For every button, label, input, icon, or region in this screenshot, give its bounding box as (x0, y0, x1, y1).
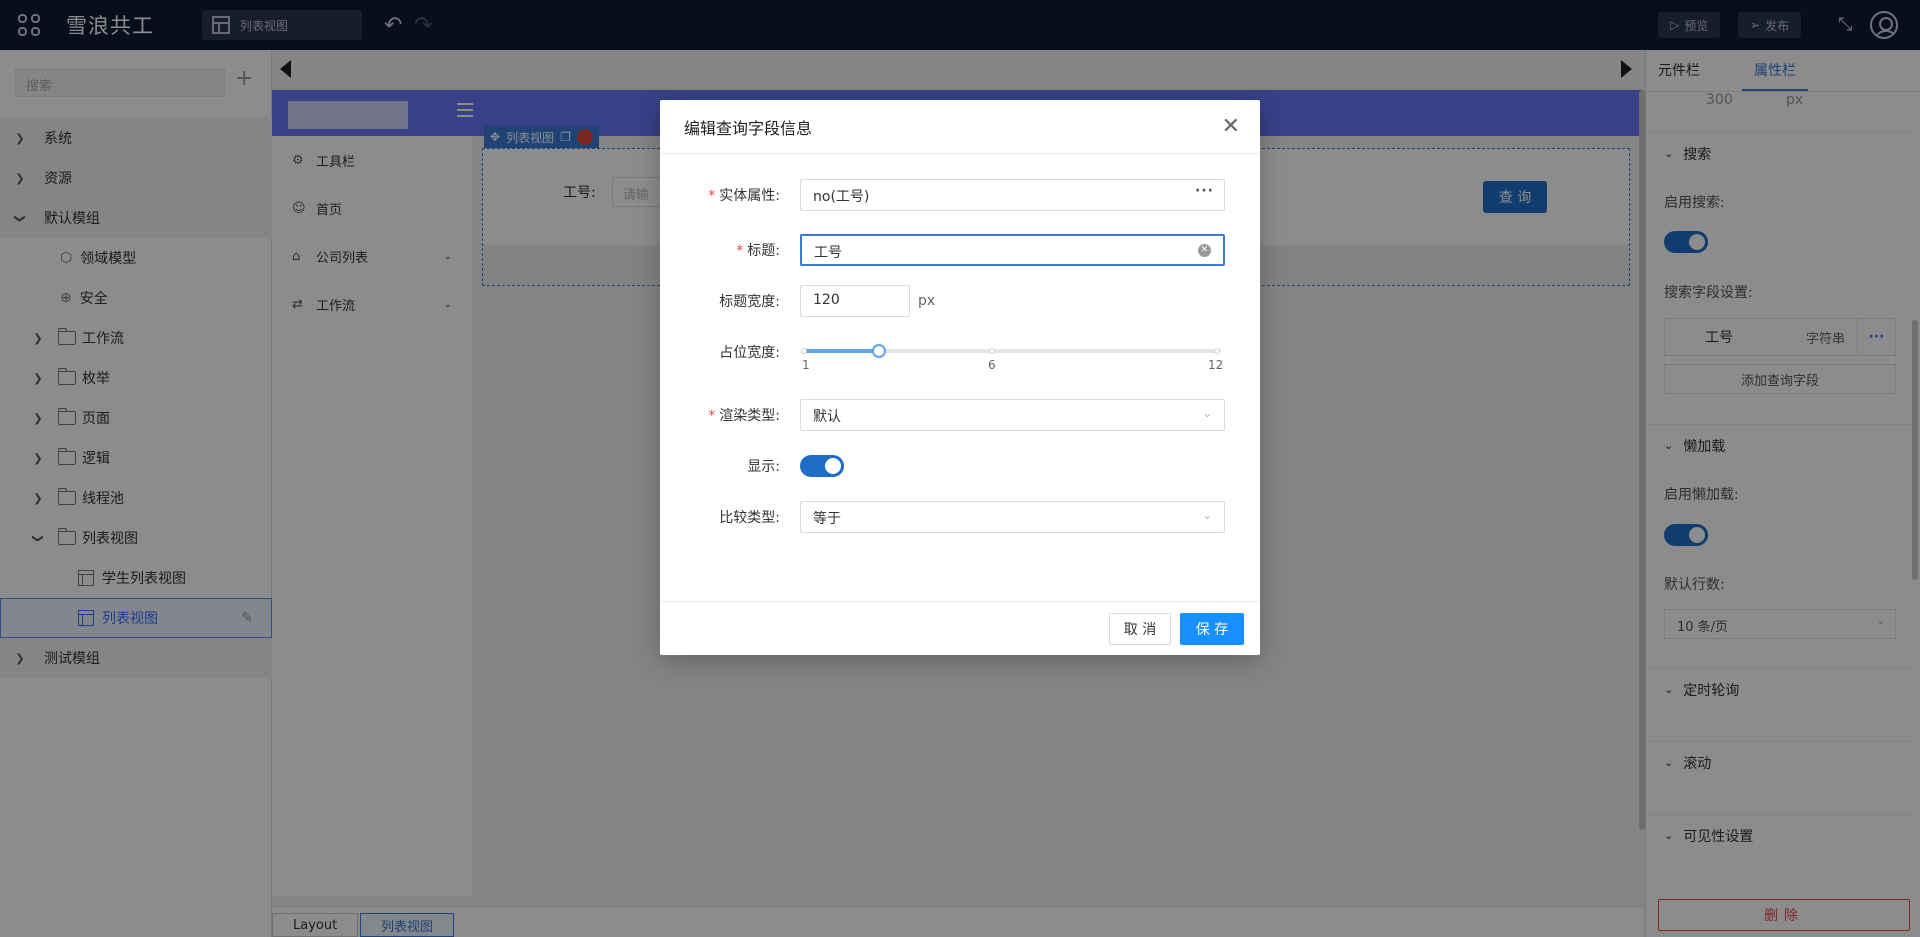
cancel-button[interactable]: 取 消 (1109, 613, 1171, 645)
row-entity-attr: * 实体属性: no(工号) ··· (660, 179, 1260, 211)
compare-type-select[interactable]: 等于 ⌄ (800, 501, 1225, 533)
row-render-type: * 渲染类型: 默认 ⌄ (660, 399, 1260, 431)
more-icon[interactable]: ··· (1195, 183, 1214, 199)
save-button[interactable]: 保 存 (1180, 613, 1244, 645)
title-width-input[interactable]: 120 (800, 285, 910, 317)
row-title-width: 标题宽度: 120 px (660, 285, 1260, 317)
dialog-title: 编辑查询字段信息 (684, 118, 813, 138)
row-title: * 标题: 工号 ✕ (660, 234, 1260, 266)
display-toggle[interactable] (800, 455, 844, 477)
title-input[interactable]: 工号 ✕ (800, 234, 1225, 266)
clear-icon[interactable]: ✕ (1198, 244, 1211, 257)
row-display: 显示: (660, 450, 1260, 482)
chevron-down-icon: ⌄ (1202, 407, 1212, 420)
row-span-width: 占位宽度: 1 6 12 (660, 336, 1260, 372)
entity-attr-input[interactable]: no(工号) ··· (800, 179, 1225, 211)
span-width-slider[interactable]: 1 6 12 (800, 336, 1225, 372)
dialog-footer: 取 消 保 存 (660, 601, 1260, 655)
close-icon[interactable]: ✕ (1222, 114, 1240, 139)
dialog-header: 编辑查询字段信息 ✕ (660, 100, 1260, 154)
edit-query-field-dialog: 编辑查询字段信息 ✕ * 实体属性: no(工号) ··· * 标题: 工号 ✕ 标… (660, 100, 1260, 655)
render-type-select[interactable]: 默认 ⌄ (800, 399, 1225, 431)
chevron-down-icon: ⌄ (1202, 509, 1212, 522)
row-compare-type: 比较类型: 等于 ⌄ (660, 501, 1260, 533)
slider-handle[interactable] (871, 344, 886, 358)
